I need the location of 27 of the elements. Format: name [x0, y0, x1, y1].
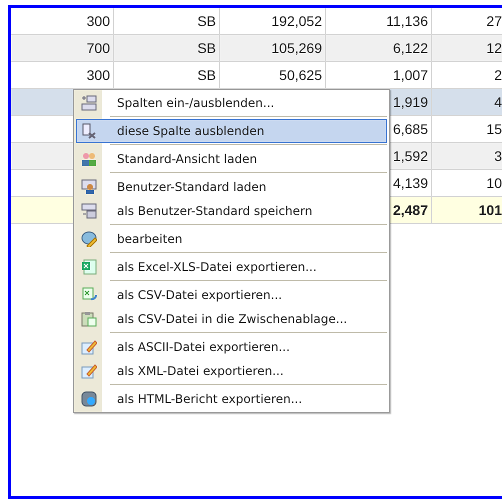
spreadsheet-icon — [81, 259, 97, 275]
spreadsheet-icon — [81, 287, 97, 303]
menu-item[interactable]: bearbeiten — [76, 227, 387, 251]
menu-item[interactable]: als HTML-Bericht exportieren... — [76, 387, 387, 411]
menu-item[interactable]: als CSV-Datei exportieren... — [76, 283, 387, 307]
menu-item[interactable]: diese Spalte ausblenden — [76, 119, 387, 143]
table-cell: 105,269 — [220, 35, 326, 62]
document-edit-icon — [81, 363, 97, 379]
columns-icon — [81, 95, 97, 111]
table-cell: 4 — [432, 89, 502, 116]
table-cell: 3 — [432, 143, 502, 170]
menu-item[interactable]: als CSV-Datei in die Zwischenablage... — [76, 307, 387, 331]
document-edit-icon — [81, 339, 97, 355]
clipboard-icon — [81, 311, 97, 327]
menu-item[interactable]: als ASCII-Datei exportieren... — [76, 335, 387, 359]
table-cell: SB — [114, 35, 220, 62]
total-cell: 101 — [432, 197, 502, 224]
menu-item[interactable]: als Excel-XLS-Datei exportieren... — [76, 255, 387, 279]
column-remove-icon — [81, 123, 97, 139]
table-cell: 12 — [432, 35, 502, 62]
menu-item[interactable]: als XML-Datei exportieren... — [76, 359, 387, 383]
edit-icon — [81, 231, 97, 247]
table-row[interactable]: 700 SB 105,269 6,122 12 — [11, 35, 502, 62]
table-cell: 6,122 — [326, 35, 432, 62]
table-cell: 700 — [11, 35, 114, 62]
users-icon — [81, 151, 97, 167]
user-screen-icon — [81, 179, 97, 195]
